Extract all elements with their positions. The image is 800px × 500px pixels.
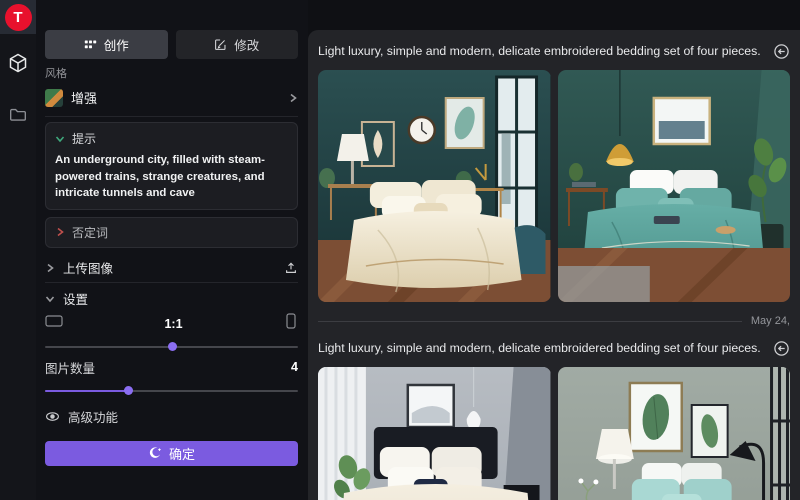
image-count-label: 图片数量	[45, 358, 95, 377]
edit-pencil-icon	[214, 38, 227, 51]
reuse-prompt-icon[interactable]	[773, 43, 790, 60]
feed-group-2-header: Light luxury, simple and modern, delicat…	[318, 338, 790, 358]
chevron-right-icon	[45, 263, 55, 273]
slider-thumb[interactable]	[168, 342, 177, 351]
confirm-button[interactable]: 确定	[45, 441, 298, 466]
feed-prompt-text: Light luxury, simple and modern, delicat…	[318, 44, 761, 58]
chevron-down-icon	[45, 294, 55, 304]
landscape-ratio-icon	[45, 314, 63, 333]
generated-image-2[interactable]	[558, 70, 791, 302]
upload-image-label: 上传图像	[63, 258, 276, 277]
moon-icon	[148, 446, 162, 460]
create-grid-icon	[84, 38, 97, 51]
image-count-slider[interactable]	[45, 386, 298, 395]
prompt-card-header[interactable]: 提示	[55, 130, 288, 147]
style-section-label: 风格	[45, 65, 298, 81]
app-window: T 创作	[0, 0, 800, 500]
portrait-ratio-icon	[284, 313, 298, 334]
chevron-down-icon	[55, 134, 65, 144]
main-area: Light luxury, simple and modern, delicat…	[308, 0, 800, 500]
image-grid-1	[318, 70, 790, 302]
slider-fill	[45, 390, 128, 392]
slider-thumb[interactable]	[124, 386, 133, 395]
negative-words-card[interactable]: 否定词	[45, 217, 298, 248]
date-label: May 24,	[751, 315, 790, 327]
generated-image-4[interactable]	[558, 367, 791, 500]
icon-rail: T	[0, 0, 36, 500]
folder-icon[interactable]	[0, 98, 36, 132]
divider	[45, 282, 298, 283]
image-count-row: 图片数量 4	[45, 358, 298, 377]
divider	[45, 116, 298, 117]
style-thumbnail	[45, 89, 63, 107]
prompt-label: 提示	[72, 130, 96, 147]
advanced-features-label: 高级功能	[68, 407, 118, 426]
generated-image-3[interactable]	[318, 367, 551, 500]
generation-feed: Light luxury, simple and modern, delicat…	[308, 30, 800, 500]
tab-create-label: 创作	[104, 35, 129, 54]
image-grid-2	[318, 367, 790, 500]
generated-image-1[interactable]	[318, 70, 551, 302]
tab-create[interactable]: 创作	[45, 30, 168, 59]
style-value: 增强	[71, 88, 280, 107]
confirm-button-label: 确定	[169, 444, 195, 463]
upload-icon[interactable]	[284, 261, 298, 275]
prompt-input[interactable]: An underground city, filled with steam-p…	[55, 152, 288, 202]
model-cube-icon[interactable]	[0, 46, 36, 80]
aspect-ratio-row: 1:1	[45, 315, 298, 333]
chevron-right-icon	[288, 93, 298, 103]
logo-avatar[interactable]: T	[5, 4, 32, 31]
style-selector[interactable]: 增强	[45, 85, 298, 110]
settings-label: 设置	[63, 289, 88, 308]
chevron-right-icon	[55, 227, 65, 237]
advanced-features-row[interactable]: 高级功能	[45, 408, 298, 426]
date-divider: May 24,	[318, 315, 790, 327]
generation-panel: 创作 修改 风格 增强 提示	[36, 0, 308, 500]
upload-image-row[interactable]: 上传图像	[45, 257, 298, 279]
prompt-card: 提示 An underground city, filled with stea…	[45, 122, 298, 210]
tab-edit-label: 修改	[234, 35, 259, 54]
aspect-ratio-value: 1:1	[164, 317, 182, 331]
negative-words-label: 否定词	[72, 224, 108, 241]
logo-container: T	[0, 0, 36, 34]
image-count-value: 4	[291, 360, 298, 374]
feed-prompt-text: Light luxury, simple and modern, delicat…	[318, 341, 761, 355]
aspect-ratio-slider[interactable]	[45, 342, 298, 351]
reuse-prompt-icon[interactable]	[773, 340, 790, 357]
settings-section-header[interactable]: 设置	[45, 290, 298, 308]
divider-line	[318, 321, 742, 322]
mode-tabs: 创作 修改	[45, 30, 298, 59]
eye-icon	[45, 409, 60, 424]
feed-group-1-header: Light luxury, simple and modern, delicat…	[318, 41, 790, 61]
tab-edit[interactable]: 修改	[176, 30, 299, 59]
